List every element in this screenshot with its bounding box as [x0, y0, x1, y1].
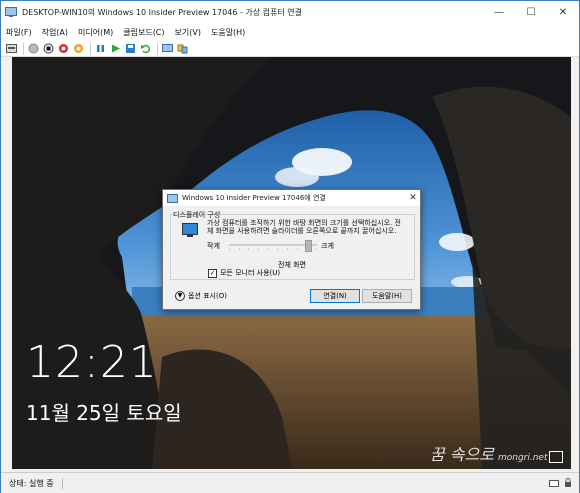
keyboard-icon [549, 478, 559, 488]
status-bar: 상태: 실행 중 [1, 472, 579, 493]
ctrl-alt-del-icon[interactable] [5, 42, 18, 55]
all-monitors-option[interactable]: ✓ 모든 모니터 사용(U) [208, 268, 280, 278]
enhanced-session-icon[interactable] [161, 42, 174, 55]
menu-action[interactable]: 작업(A) [37, 27, 73, 38]
display-description: 가상 컴퓨터를 조작하기 위한 바탕 화면의 크기를 선택하십시오. 전체 화면… [207, 219, 401, 235]
show-options[interactable]: ▼ 옵션 표시(O) [175, 291, 227, 301]
turn-off-icon[interactable] [42, 42, 55, 55]
status-icons [549, 478, 579, 488]
monitor-stand [187, 235, 193, 237]
menu-help[interactable]: 도움말(H) [206, 27, 250, 38]
menu-file[interactable]: 파일(F) [1, 27, 37, 38]
start-icon[interactable] [27, 42, 40, 55]
close-button[interactable]: ✕ [547, 1, 579, 23]
title-bar: DESKTOP-WIN10의 Windows 10 Insider Previe… [1, 1, 579, 23]
dialog-title-bar: Windows 10 Insider Preview 17046에 연결 ✕ [163, 190, 420, 206]
all-monitors-label: 모든 모니터 사용(U) [220, 269, 281, 277]
vm-connection-window: DESKTOP-WIN10의 Windows 10 Insider Previe… [0, 0, 580, 493]
reset-icon[interactable] [72, 42, 85, 55]
maximize-button[interactable]: ☐ [515, 1, 547, 23]
dialog-title: Windows 10 Insider Preview 17046에 연결 [182, 194, 326, 202]
all-monitors-checkbox[interactable]: ✓ [208, 268, 217, 278]
lock-icon [563, 478, 573, 488]
lockscreen-date: 11월 25일 토요일 [26, 401, 182, 425]
menu-view[interactable]: 보기(V) [170, 27, 206, 38]
slider-large-label: 크게 [321, 242, 334, 250]
revert-icon[interactable] [139, 42, 152, 55]
share-icon[interactable] [176, 42, 189, 55]
fullscreen-label: 전체 화면 [278, 261, 306, 269]
watermark: 꿈 속으로 mongri.net [430, 441, 548, 465]
vm-connect-icon [167, 193, 178, 203]
save-icon[interactable] [124, 42, 137, 55]
watermark-text: 꿈 속으로 [430, 445, 494, 464]
slider-small-label: 작게 [207, 242, 220, 250]
toolbar-separator [23, 42, 24, 55]
resume-icon[interactable] [109, 42, 122, 55]
dialog-close-button[interactable]: ✕ [406, 193, 420, 203]
connect-dialog: Windows 10 Insider Preview 17046에 연결 ✕ 디… [162, 189, 421, 310]
toolbar-separator [90, 42, 91, 55]
menu-bar: 파일(F) 작업(A) 미디어(M) 클립보드(C) 보기(V) 도움말(H) [1, 23, 579, 41]
network-icon [549, 451, 563, 463]
toolbar-separator [157, 42, 158, 55]
lockscreen-time: 12:21 [26, 337, 158, 388]
monitor-icon [182, 223, 198, 235]
status-text: 상태: 실행 중 [1, 477, 63, 489]
watermark-site: mongri.net [497, 453, 548, 463]
resolution-slider-thumb[interactable] [304, 240, 312, 252]
shutdown-icon[interactable] [57, 42, 70, 55]
chevron-down-icon[interactable]: ▼ [175, 291, 185, 301]
toolbar [1, 41, 579, 57]
connect-button[interactable]: 연결(N) [310, 289, 360, 303]
minimize-button[interactable]: — [483, 1, 515, 23]
help-button[interactable]: 도움말(H) [362, 289, 412, 303]
menu-media[interactable]: 미디어(M) [73, 27, 118, 38]
menu-clipboard[interactable]: 클립보드(C) [118, 27, 169, 38]
show-options-label: 옵션 표시(O) [188, 292, 227, 300]
pause-icon[interactable] [94, 42, 107, 55]
vm-connect-icon [5, 7, 17, 17]
window-title: DESKTOP-WIN10의 Windows 10 Insider Previe… [22, 7, 302, 17]
